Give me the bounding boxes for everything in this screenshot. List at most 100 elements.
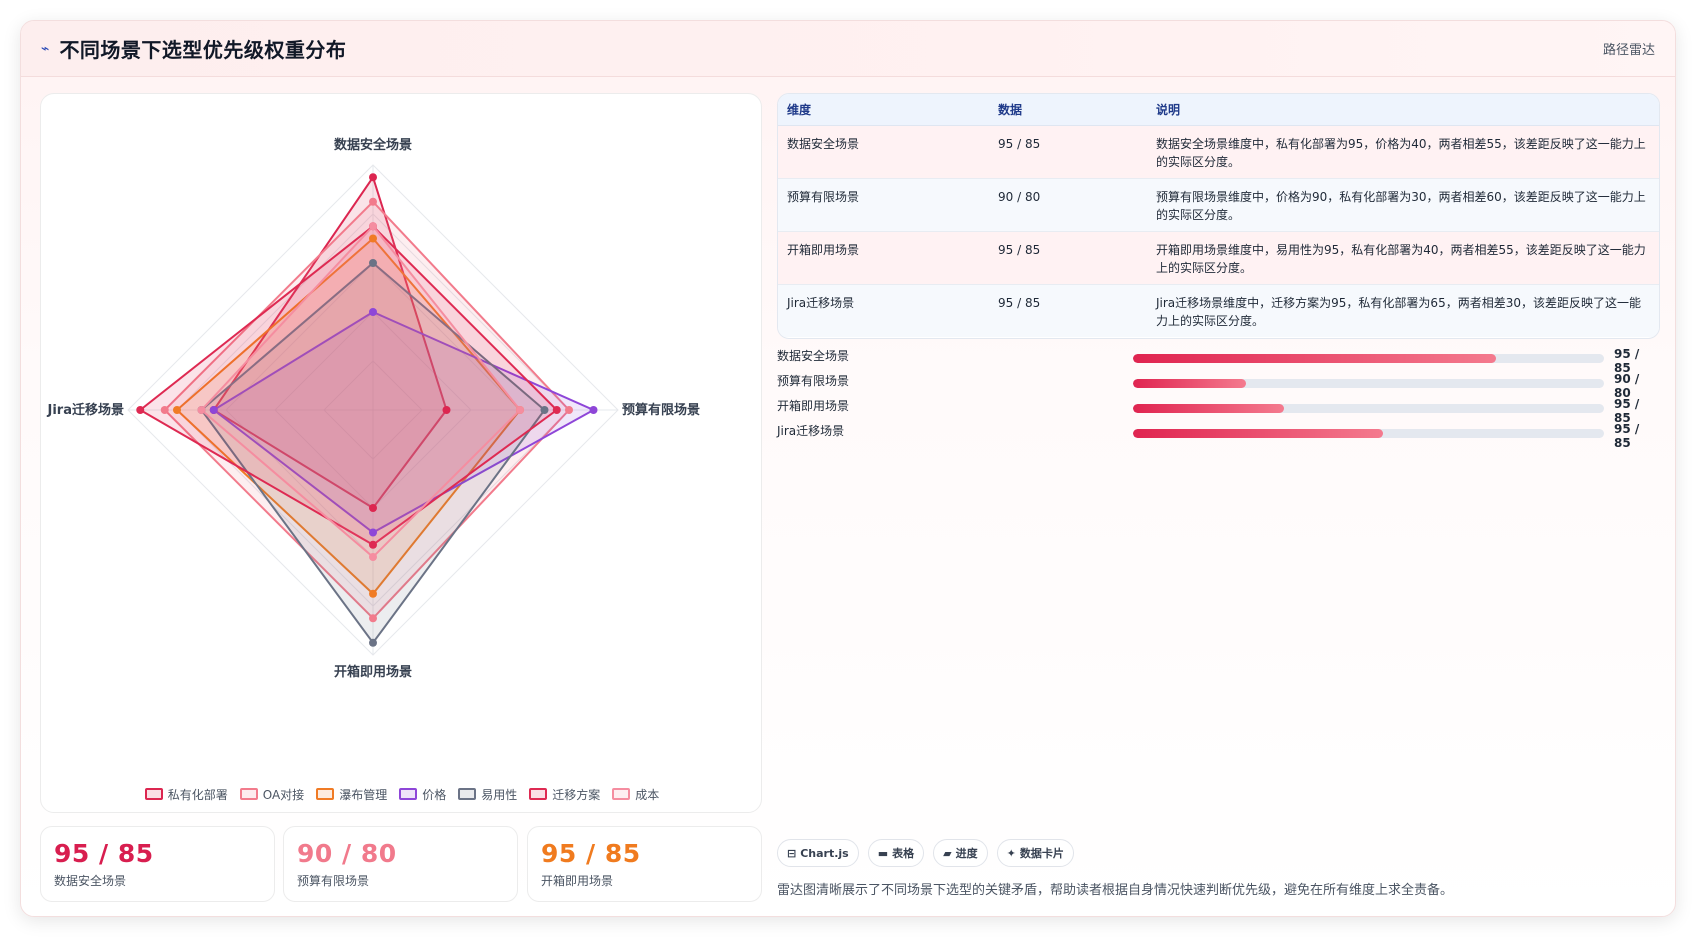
axis-label: 预算有限场景 <box>622 402 700 418</box>
kpi-label: 预算有限场景 <box>297 874 370 888</box>
legend-swatch <box>316 788 335 800</box>
header-tag: 路径雷达 <box>1602 43 1655 58</box>
column-header: 说明 <box>1147 94 1659 126</box>
data-point <box>369 234 377 243</box>
progress-track <box>1133 354 1604 363</box>
chip-data-card[interactable]: ✦ 数据卡片 <box>996 839 1074 867</box>
legend-item[interactable]: 瀑布管理 <box>316 786 387 803</box>
data-point <box>516 406 524 414</box>
kpi-value: 90 / 80 <box>297 839 397 868</box>
legend-label: OA对接 <box>262 787 305 802</box>
kpi-card-1: 95 / 85 数据安全场景 <box>40 826 275 902</box>
legend-item[interactable]: 易用性 <box>458 786 517 803</box>
data-point <box>369 614 377 623</box>
main-card: ⌁ 不同场景下选型优先级权重分布 路径雷达 数据安全场景 预算有限场景 开箱即用场景… <box>20 20 1676 917</box>
progress-value: 95 / 85 <box>1614 347 1640 375</box>
data-point <box>136 406 145 414</box>
table-row: Jira迁移场景 95 / 85 Jira迁移场景维度中，迁移方案为95，私有化… <box>778 284 1659 337</box>
trend-icon: ⌁ <box>41 40 50 57</box>
kpi-label: 数据安全场景 <box>54 874 127 888</box>
legend-item[interactable]: 成本 <box>612 786 659 803</box>
kpi-cards: 95 / 85 数据安全场景 90 / 80 预算有限场景 95 / 85 开箱… <box>40 826 762 902</box>
chip-label: 数据卡片 <box>1019 847 1064 860</box>
axis-label: Jira迁移场景 <box>47 402 124 418</box>
cell-description: 开箱即用场景维度中，易用性为95，私有化部署为40，两者相差55，该差距反映了这… <box>1147 231 1659 285</box>
kpi-label: 开箱即用场景 <box>541 874 614 888</box>
chart-legend: 私有化部署 OA对接 瀑布管理 价格 易用性 迁移方案 成本 <box>41 782 763 806</box>
radar-chart: 数据安全场景预算有限场景开箱即用场景 Jira迁移场景 <box>47 137 701 680</box>
progress-label: 数据安全场景 <box>777 349 850 363</box>
header-bar: ⌁ 不同场景下选型优先级权重分布 路径雷达 <box>21 21 1675 77</box>
data-point <box>369 173 377 182</box>
legend-swatch <box>144 788 163 800</box>
data-point <box>369 197 377 206</box>
legend-item[interactable]: 价格 <box>399 786 446 803</box>
data-point <box>369 638 377 647</box>
data-point <box>552 406 561 414</box>
progress-value: 95 / 85 <box>1614 422 1640 450</box>
progress-row: 开箱即用场景 95 / 85 <box>777 397 1660 425</box>
cell-description: Jira迁移场景维度中，迁移方案为95，私有化部署为65，两者相差30，该差距反… <box>1156 295 1641 328</box>
legend-swatch <box>458 788 477 800</box>
cell-dimension: 开箱即用场景 <box>778 231 989 285</box>
progress-row: 预算有限场景 90 / 80 <box>777 372 1660 400</box>
table-row: 数据安全场景 95 / 85 数据安全场景维度中，私有化部署为95，价格为40，… <box>778 125 1659 179</box>
data-point <box>369 308 377 316</box>
data-point <box>442 406 451 414</box>
cell-data: 95 / 85 <box>998 295 1041 310</box>
progress-value: 90 / 80 <box>1614 372 1640 400</box>
chart-icon: ⊟ <box>787 846 797 860</box>
progress-list: 数据安全场景 95 / 85 预算有限场景 90 / 80 开箱即用场景 95 … <box>777 347 1660 450</box>
progress-fill <box>1133 354 1496 363</box>
axis-label: 数据安全场景 <box>334 137 412 153</box>
legend-swatch <box>399 788 418 800</box>
cell-dimension: 预算有限场景 <box>778 178 989 232</box>
column-header: 维度 <box>778 94 989 126</box>
progress-icon: ▰ <box>943 846 952 860</box>
page-title: 不同场景下选型优先级权重分布 <box>59 38 347 62</box>
cell-data: 95 / 85 <box>989 125 1147 179</box>
column-header: 数据 <box>989 94 1147 126</box>
data-point <box>369 553 377 561</box>
data-point <box>565 406 573 414</box>
legend-item[interactable]: 私有化部署 <box>144 786 228 803</box>
data-table: 维度 数据 说明 数据安全场景 95 / 85 数据安全场景维度中，私有化部署为… <box>777 93 1660 339</box>
data-point <box>369 504 377 512</box>
kpi-card-2: 90 / 80 预算有限场景 <box>283 826 518 902</box>
chip-label: 进度 <box>955 847 978 860</box>
chip-progress[interactable]: ▰ 进度 <box>933 839 988 867</box>
chip-label: 表格 <box>892 847 915 860</box>
kpi-value: 95 / 85 <box>54 839 154 868</box>
progress-fill <box>1133 429 1383 438</box>
progress-track <box>1133 379 1604 388</box>
legend-item[interactable]: OA对接 <box>239 786 305 803</box>
chip-chartjs[interactable]: ⊟ Chart.js <box>777 839 859 867</box>
legend-label: 迁移方案 <box>552 787 601 802</box>
progress-row: Jira迁移场景 95 / 85 <box>777 422 1660 450</box>
axis-label: 开箱即用场景 <box>334 664 412 680</box>
kpi-value: 95 / 85 <box>541 839 641 868</box>
legend-swatch <box>612 788 631 800</box>
cell-dimension: 数据安全场景 <box>778 125 989 179</box>
card-icon: ✦ <box>1006 846 1016 860</box>
cell-description: 预算有限场景维度中，价格为90，私有化部署为30，两者相差60，该差距反映了这一… <box>1147 178 1659 232</box>
data-point <box>209 406 218 414</box>
cell-data: 90 / 80 <box>989 178 1147 232</box>
legend-label: 私有化部署 <box>167 787 228 802</box>
summary-text: 雷达图清晰展示了不同场景下选型的关键矛盾，帮助读者根据自身情况快速判断优先级，避… <box>777 883 1454 898</box>
legend-item[interactable]: 迁移方案 <box>529 786 600 803</box>
radar-chart-panel: 数据安全场景预算有限场景开箱即用场景 Jira迁移场景 私有化部署 OA对接 瀑布管理… <box>40 93 762 813</box>
table-row: 预算有限场景 90 / 80 预算有限场景维度中，价格为90，私有化部署为30，… <box>778 178 1659 232</box>
data-point <box>160 406 169 414</box>
cell-dimension: Jira迁移场景 <box>787 295 855 310</box>
data-point <box>369 528 377 537</box>
progress-label: 预算有限场景 <box>777 374 850 388</box>
data-point <box>540 406 549 414</box>
kpi-card-3: 95 / 85 开箱即用场景 <box>527 826 762 902</box>
progress-fill <box>1133 404 1284 413</box>
chip-table[interactable]: ▬ 表格 <box>867 839 925 867</box>
progress-row: 数据安全场景 95 / 85 <box>777 347 1660 375</box>
data-point <box>589 406 598 414</box>
progress-fill <box>1133 379 1247 388</box>
data-point <box>197 406 206 414</box>
